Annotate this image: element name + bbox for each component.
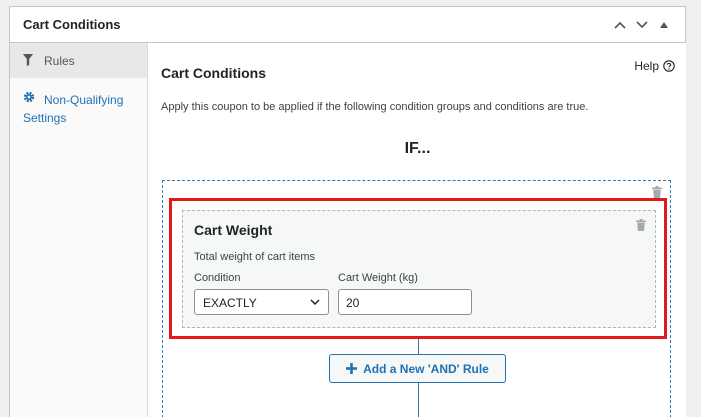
- help-circle-icon: [663, 60, 675, 72]
- tab-rules-label: Rules: [44, 54, 75, 68]
- chevron-down-icon: [636, 21, 648, 29]
- chevron-up-icon: [614, 21, 626, 29]
- panel-tabs: Rules Non-Qualifying Settings: [10, 43, 148, 417]
- condition-select-value: EXACTLY: [203, 296, 257, 310]
- highlight-box: Cart Weight Total weight of cart items C…: [169, 198, 667, 339]
- if-label: IF...: [149, 140, 686, 158]
- panel-handle-actions: [609, 16, 675, 34]
- toggle-panel-button[interactable]: [653, 16, 675, 34]
- group-connector-bottom: [418, 383, 419, 417]
- plus-icon: [346, 363, 358, 374]
- cart-conditions-panel: Cart Conditions Rules Non-Qualifying Set…: [9, 6, 686, 417]
- trash-icon[interactable]: [636, 219, 646, 231]
- panel-title: Cart Conditions: [23, 17, 121, 32]
- cart-weight-label: Cart Weight (kg): [338, 272, 418, 284]
- condition-group: Cart Weight Total weight of cart items C…: [162, 180, 671, 417]
- condition-select[interactable]: EXACTLY: [194, 289, 329, 315]
- group-connector-top: [418, 337, 419, 354]
- help-label: Help: [634, 59, 659, 73]
- panel-header: Cart Conditions: [10, 7, 685, 43]
- move-up-button[interactable]: [609, 16, 631, 34]
- cart-weight-input[interactable]: 20: [338, 289, 472, 315]
- if-label-text: IF...: [404, 140, 431, 157]
- rule-description: Total weight of cart items: [194, 251, 316, 263]
- triangle-up-icon: [660, 22, 668, 28]
- section-title: Cart Conditions: [161, 65, 266, 81]
- condition-label: Condition: [194, 272, 241, 284]
- cart-weight-rule: Cart Weight Total weight of cart items C…: [182, 210, 656, 328]
- help-link[interactable]: Help: [634, 59, 675, 73]
- chevron-down-icon: [310, 299, 320, 306]
- conditions-main: Cart Conditions Help Apply this coupon t…: [149, 43, 686, 417]
- rule-title: Cart Weight: [194, 222, 273, 238]
- trash-icon[interactable]: [652, 186, 662, 198]
- cart-weight-input-value: 20: [346, 296, 360, 310]
- tab-rules[interactable]: Rules: [10, 43, 147, 78]
- add-and-rule-button[interactable]: Add a New 'AND' Rule: [329, 354, 506, 383]
- tab-non-qualifying-label: Non-Qualifying Settings: [23, 93, 124, 125]
- intro-text: Apply this coupon to be applied if the f…: [161, 101, 589, 113]
- tab-non-qualifying-settings[interactable]: Non-Qualifying Settings: [10, 87, 147, 127]
- move-down-button[interactable]: [631, 16, 653, 34]
- add-and-rule-label: Add a New 'AND' Rule: [363, 361, 489, 376]
- filter-icon: [23, 54, 33, 66]
